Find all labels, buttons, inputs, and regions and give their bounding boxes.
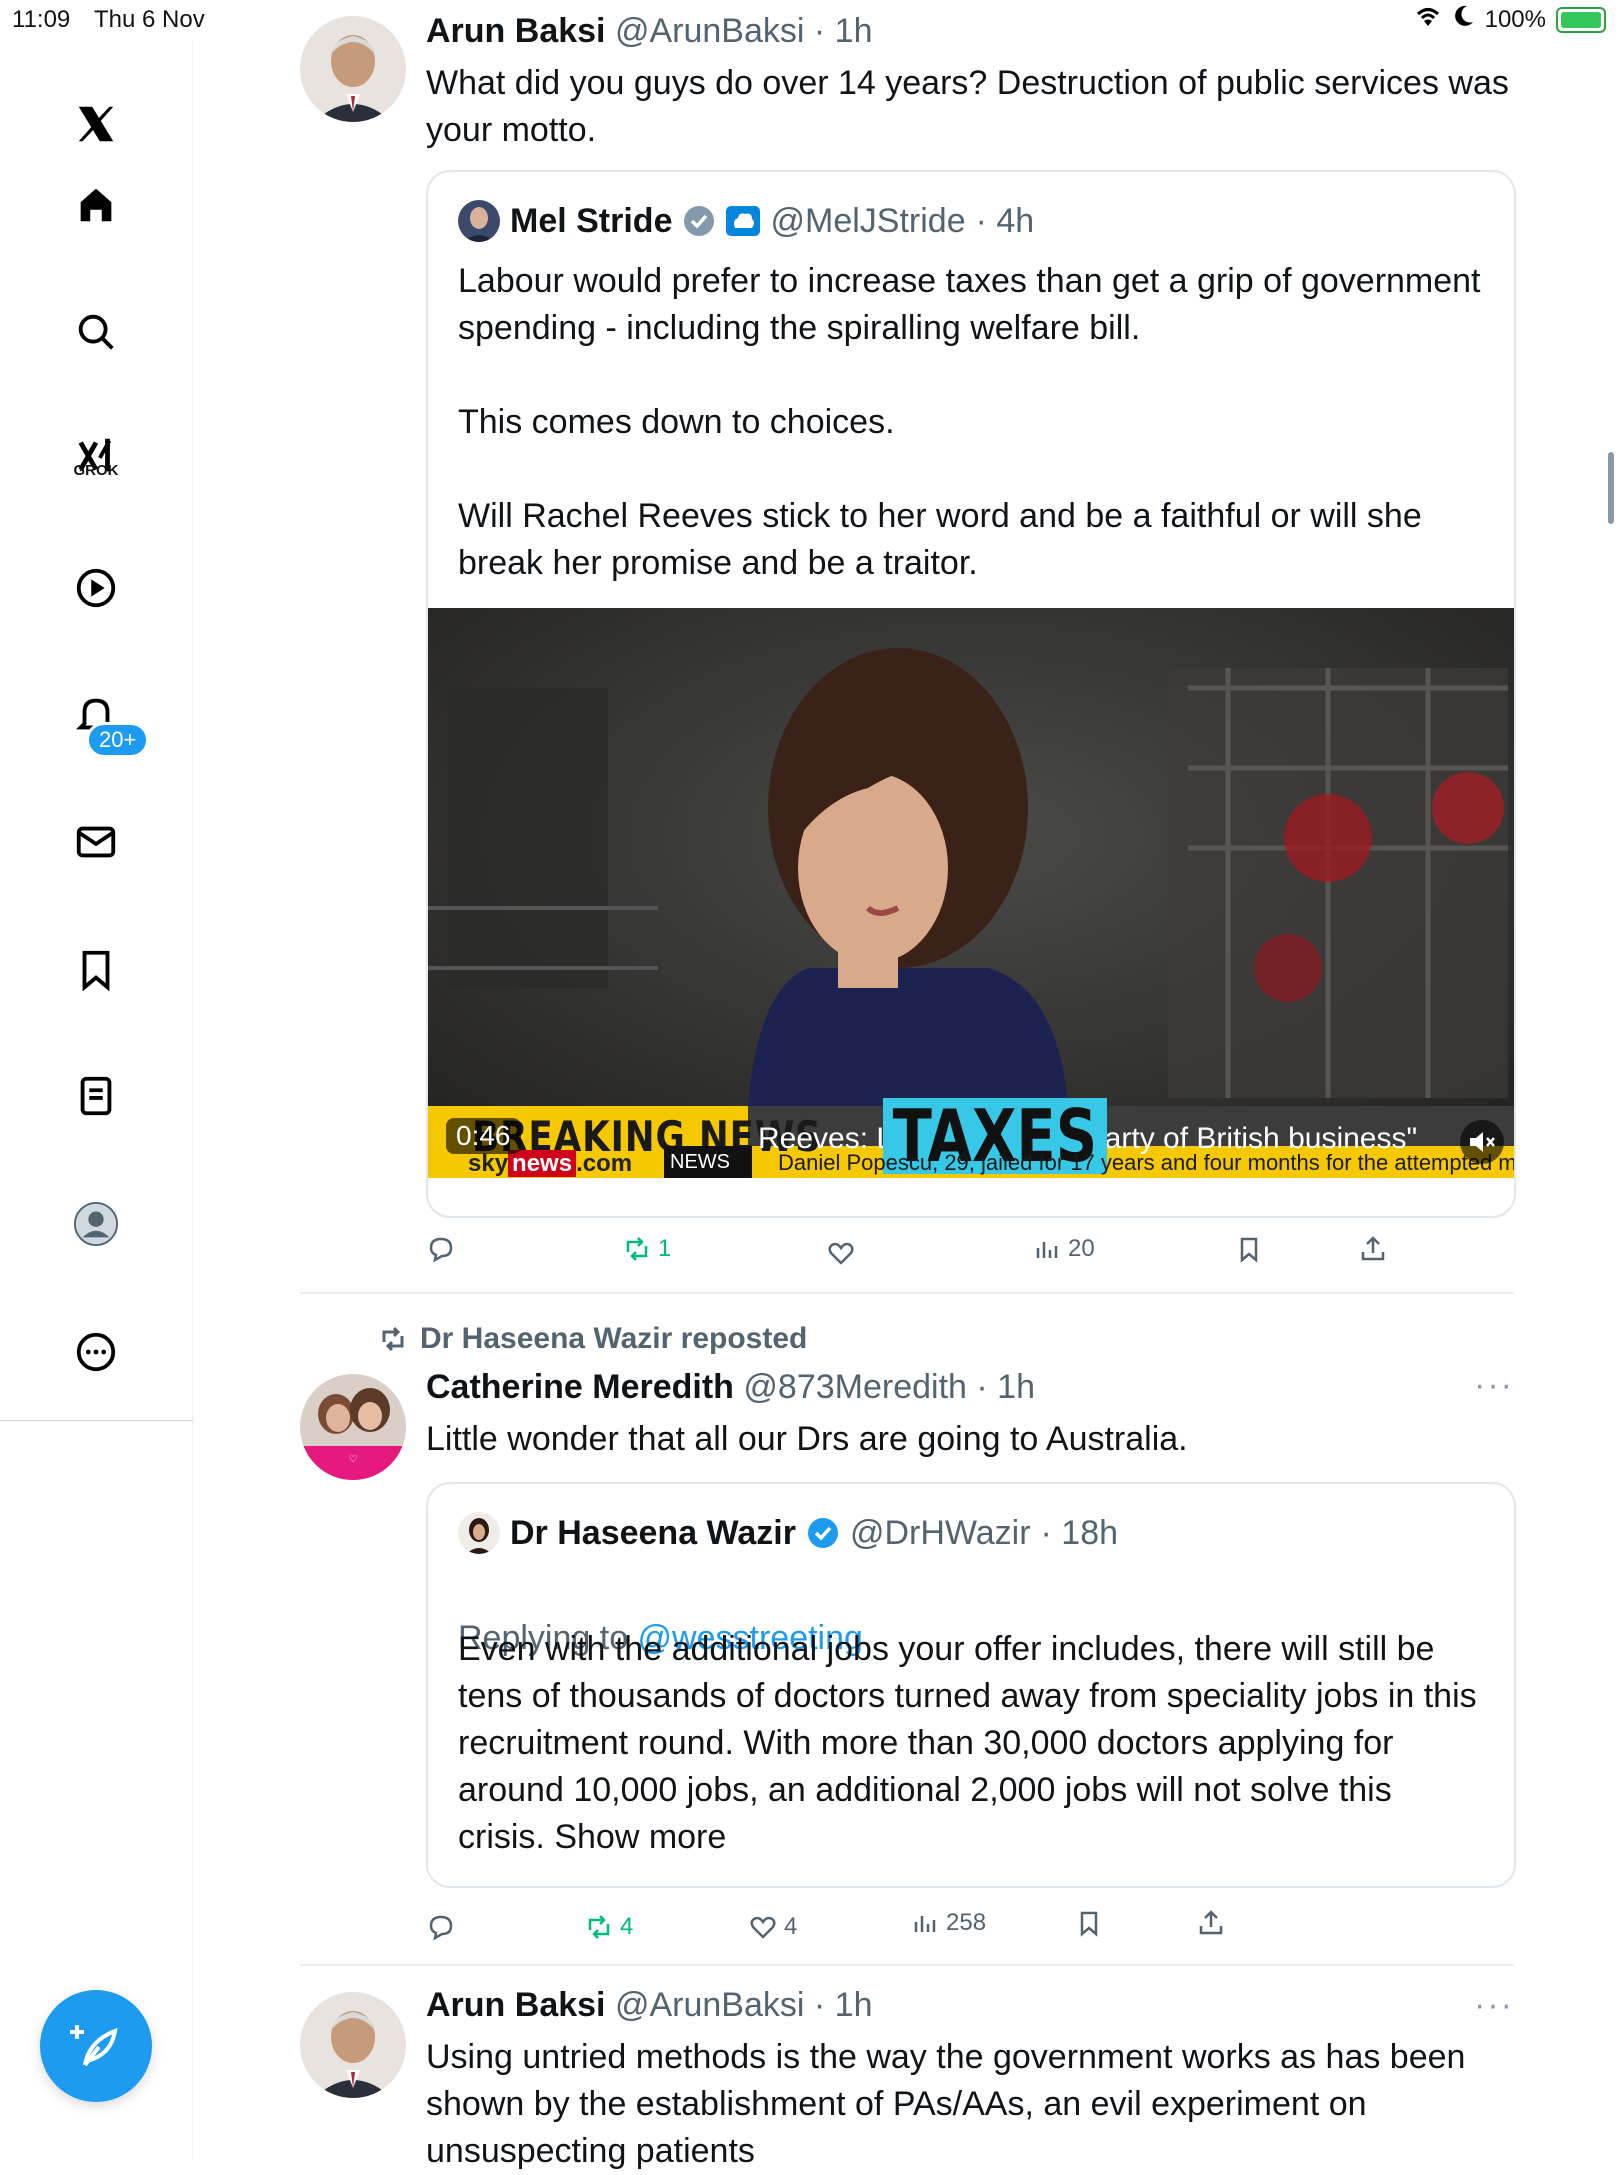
messages-icon[interactable] [62, 808, 130, 876]
verified-grey-icon [684, 206, 715, 236]
more-options-button[interactable]: ··· [1474, 1366, 1514, 1405]
status-time: 11:09 [12, 6, 71, 33]
reply-button[interactable] [426, 1912, 456, 1942]
more-options-icon[interactable] [62, 1318, 130, 1386]
post-2[interactable]: Dr Haseena Wazir reposted ♡ Catherine Me… [300, 1322, 1516, 1942]
bookmarks-icon[interactable] [62, 936, 130, 1004]
author-handle[interactable]: @873Meredith [743, 1368, 967, 1406]
verified-blue-icon [807, 1518, 838, 1548]
post-text: What did you guys do over 14 years? Dest… [426, 64, 1509, 149]
video-duration: 0:46 [446, 1118, 521, 1154]
author-handle[interactable]: @ArunBaksi [615, 1986, 804, 2024]
quote-author-name: Dr Haseena Wazir [510, 1513, 796, 1552]
more-options-button[interactable]: ··· [1474, 1986, 1514, 2025]
views-count: 258 [946, 1909, 987, 1936]
quote-time: · 4h [975, 201, 1035, 240]
video-player[interactable]: BREAKING NEWS Reeves: La party of Britis… [428, 608, 1516, 1178]
post-time[interactable]: · 1h [814, 12, 873, 50]
views-button[interactable]: 258 [910, 1908, 986, 1938]
views-chart-icon [914, 1916, 936, 1932]
heart-icon [750, 1916, 776, 1939]
post-text: Little wonder that all our Drs are going… [426, 1420, 1188, 1458]
repost-button[interactable]: 1 [622, 1234, 671, 1264]
quote-author-handle: @DrHWazir [849, 1513, 1031, 1552]
like-button[interactable]: 4 [748, 1912, 797, 1942]
reposted-by[interactable]: Dr Haseena Wazir reposted [420, 1322, 807, 1356]
share-icon [1361, 1236, 1385, 1261]
bookmark-button[interactable] [1074, 1908, 1104, 1938]
conservative-tree-icon [726, 206, 761, 236]
video-frame [428, 608, 1514, 1178]
like-button[interactable] [826, 1238, 856, 1268]
like-count: 4 [784, 1913, 798, 1940]
grok-label: GROK [73, 462, 119, 479]
reposted-icon [382, 1326, 404, 1352]
quoted-post[interactable]: Dr Haseena Wazir @DrHWazir · 18h Replyin… [426, 1482, 1516, 1888]
post-separator [300, 1964, 1514, 1966]
author-avatar[interactable] [300, 1992, 406, 2098]
author-avatar[interactable] [300, 16, 406, 122]
quote-author-handle: @MelJStride [770, 201, 966, 240]
post-text: Using untried methods is the way the gov… [426, 2038, 1466, 2170]
author-avatar[interactable]: ♡ [300, 1374, 406, 1480]
quote-author-avatar [458, 200, 500, 242]
quote-text: Even with the additional jobs your offer… [458, 1630, 1477, 1856]
battery-icon [1556, 6, 1606, 33]
repost-icon [626, 1237, 648, 1261]
share-button[interactable] [1196, 1908, 1226, 1938]
post-time[interactable]: · 1h [976, 1368, 1035, 1406]
repost-button[interactable]: 4 [584, 1912, 633, 1942]
post-actions: 4 4 258 [426, 1909, 1526, 1952]
profile-avatar-icon[interactable] [62, 1190, 130, 1258]
share-icon [1199, 1910, 1223, 1935]
quoted-post[interactable]: Mel Stride @MelJStride · 4h Labour would… [426, 170, 1516, 1218]
compose-feather-icon [70, 2025, 118, 2067]
views-button[interactable]: 20 [1032, 1234, 1095, 1264]
bookmark-icon [1240, 1237, 1258, 1263]
sky-news-brand: sky news .com [468, 1150, 633, 1177]
author-name[interactable]: Catherine Meredith [426, 1368, 734, 1406]
news-band: NEWS [664, 1146, 752, 1178]
author-name[interactable]: Arun Baksi [426, 12, 606, 50]
quote-text: Labour would prefer to increase taxes th… [458, 262, 1481, 582]
repost-icon [588, 1915, 610, 1939]
lists-icon[interactable] [62, 1062, 130, 1130]
author-handle[interactable]: @ArunBaksi [615, 12, 804, 50]
post-time[interactable]: · 1h [814, 1986, 873, 2024]
sidebar-divider [0, 1420, 193, 1421]
reply-icon [429, 1237, 453, 1263]
mute-button[interactable] [1460, 1120, 1504, 1164]
reply-button[interactable] [426, 1234, 456, 1264]
grok-icon[interactable]: GROK [62, 422, 130, 490]
post-separator [300, 1292, 1514, 1294]
quote-author-avatar [458, 1512, 500, 1554]
bookmark-button[interactable] [1234, 1234, 1264, 1264]
home-icon[interactable] [62, 170, 130, 238]
repost-count: 4 [620, 1913, 634, 1940]
heart-icon [828, 1242, 854, 1265]
sidebar: GROK 20+ [0, 40, 193, 2160]
quote-author-name: Mel Stride [510, 201, 673, 240]
status-date: Thu 6 Nov [94, 6, 205, 33]
bookmark-icon [1080, 1911, 1098, 1937]
scrollbar[interactable] [1608, 452, 1614, 524]
quote-time: · 18h [1040, 1513, 1119, 1552]
notifications-badge: 20+ [86, 722, 150, 758]
reply-icon [429, 1915, 453, 1941]
muted-speaker-icon [1470, 1132, 1495, 1152]
views-count: 20 [1068, 1235, 1095, 1262]
svg-text:♡: ♡ [349, 1454, 358, 1465]
news-crawl: Daniel Popescu, 29, jailed for 17 years … [778, 1150, 1516, 1175]
repost-count: 1 [658, 1235, 672, 1262]
author-name[interactable]: Arun Baksi [426, 1986, 606, 2024]
post-3[interactable]: Arun Baksi @ArunBaksi · 1h ··· Using unt… [300, 1986, 1514, 2170]
views-chart-icon [1036, 1242, 1058, 1258]
compose-post-button[interactable] [40, 1990, 152, 2102]
search-icon[interactable] [62, 298, 130, 366]
share-button[interactable] [1358, 1234, 1388, 1264]
post-1[interactable]: Arun Baksi @ArunBaksi · 1h What did you … [300, 12, 1516, 1272]
post-actions: 1 20 [426, 1234, 1526, 1274]
x-logo-icon[interactable] [62, 90, 130, 158]
video-icon[interactable] [62, 554, 130, 622]
